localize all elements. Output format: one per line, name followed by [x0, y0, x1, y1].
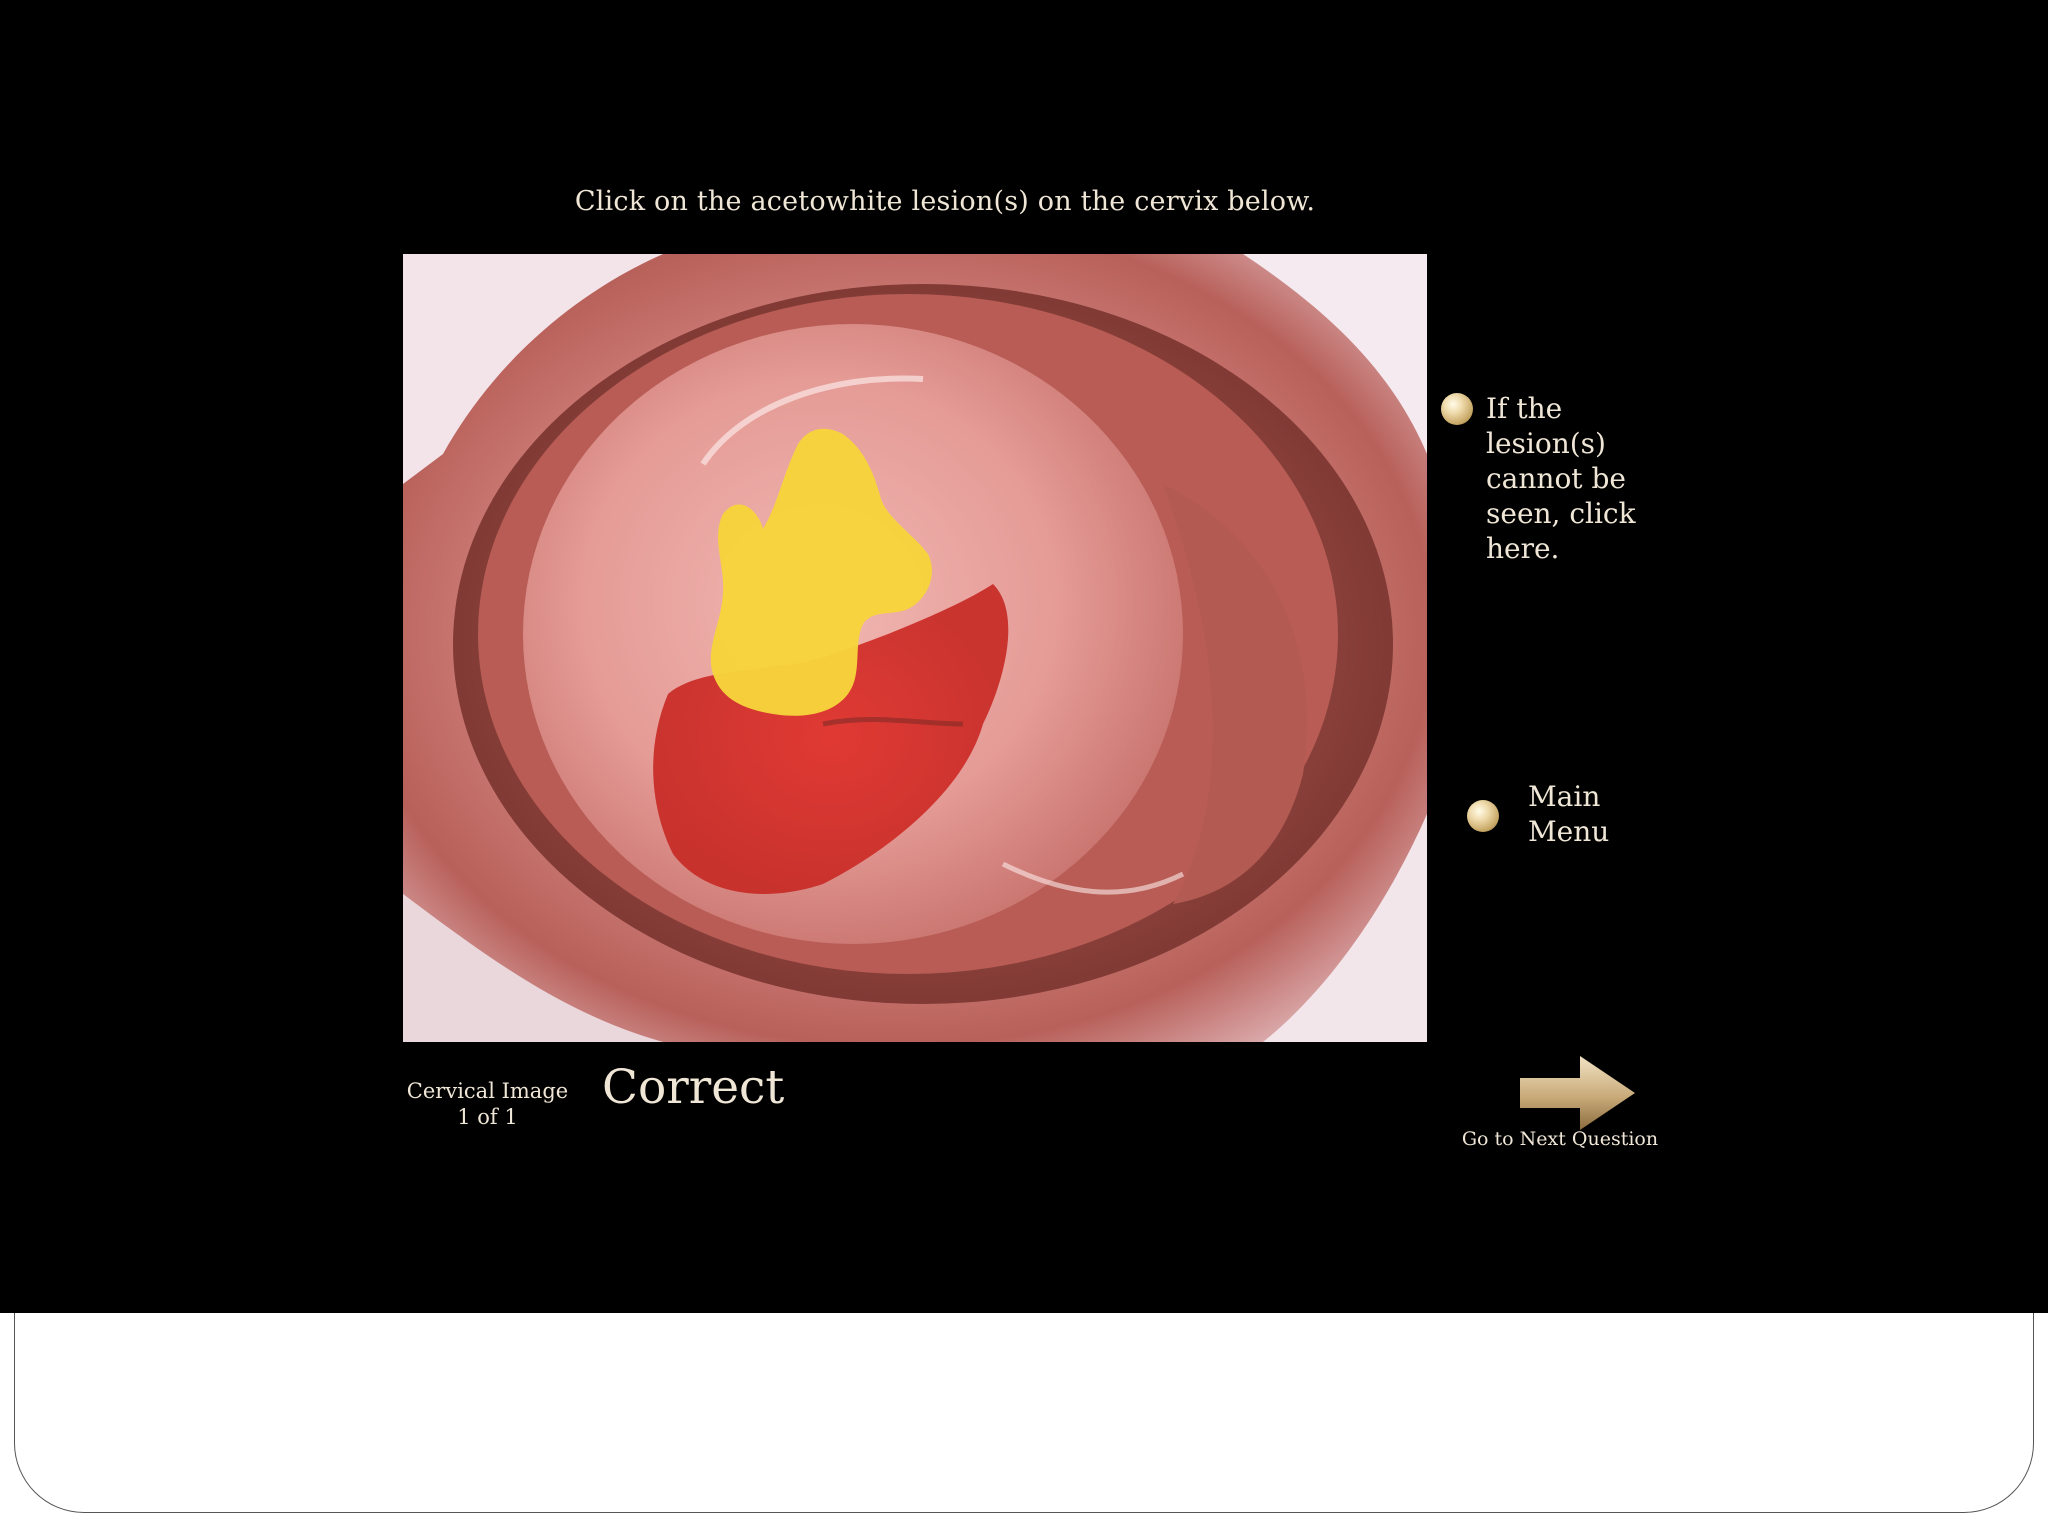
image-counter: Cervical Image 1 of 1 [400, 1078, 575, 1130]
cervix-photo-graphic[interactable] [403, 254, 1427, 1042]
instruction-text: Click on the acetowhite lesion(s) on the… [574, 186, 1316, 217]
next-question-label[interactable]: Go to Next Question [1460, 1128, 1660, 1150]
main-menu-bullet-icon[interactable] [1467, 800, 1499, 832]
cannot-see-lesion-option[interactable]: If the lesion(s) cannot be seen, click h… [1486, 391, 1646, 566]
slide-frame [14, 1290, 2034, 1513]
cervix-image[interactable] [403, 254, 1427, 1042]
right-arrow-icon[interactable] [1460, 1050, 1660, 1140]
next-question-button[interactable]: Go to Next Question [1460, 1050, 1660, 1150]
main-menu-option[interactable]: Main Menu [1528, 779, 1623, 849]
result-feedback: Correct [602, 1060, 785, 1115]
image-counter-title: Cervical Image [406, 1079, 569, 1103]
cannot-see-bullet-icon[interactable] [1441, 393, 1473, 425]
image-counter-count: 1 of 1 [457, 1105, 518, 1129]
slide-stage: Click on the acetowhite lesion(s) on the… [0, 0, 2048, 1313]
